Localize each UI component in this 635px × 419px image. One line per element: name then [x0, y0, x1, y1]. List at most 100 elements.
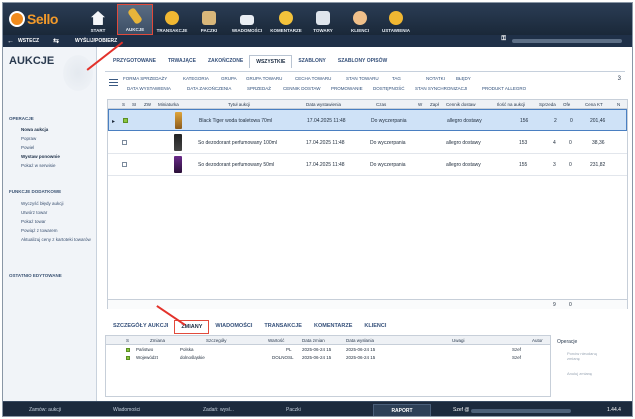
- table-row[interactable]: So dezodorant perfumowany 100ml 17.04.20…: [108, 132, 627, 154]
- edit-link[interactable]: Popraw: [21, 136, 36, 141]
- filter-data-zakonczenia[interactable]: DATA ZAKOŃCZENIA: [187, 86, 231, 91]
- toolbar-start[interactable]: START: [87, 4, 109, 35]
- total-offers: 0: [569, 302, 572, 308]
- hammer-icon: [127, 7, 143, 25]
- filter-notatki[interactable]: NOTATKI: [426, 76, 445, 81]
- status-checkbox[interactable]: [123, 118, 128, 123]
- filter-forma-sprzedazy[interactable]: FORMA SPRZEDAŻY: [123, 76, 167, 81]
- comment-icon: [279, 11, 293, 25]
- col-oferty[interactable]: Ofe: [563, 102, 570, 107]
- filter-data-wystawienia[interactable]: DATA WYSTAWIENIA: [127, 86, 171, 91]
- filter-stan-synchronizacji[interactable]: STAN SYNCHRONIZACJI: [415, 86, 467, 91]
- filter-cecha-towaru[interactable]: CECHA TOWARU: [295, 76, 331, 81]
- tab-komentarze[interactable]: KOMENTARZE: [308, 320, 358, 334]
- col-miniaturka[interactable]: Miniaturka: [158, 102, 179, 107]
- changes-col-wartosc[interactable]: Wartość: [268, 338, 284, 343]
- tab-klienci[interactable]: KLIENCI: [358, 320, 392, 334]
- filter-cennik-dostaw[interactable]: CENNIK DOSTAW: [283, 86, 321, 91]
- relist-link[interactable]: Wystaw ponownie: [21, 154, 60, 159]
- changes-col-data-zmian[interactable]: Data zmian: [302, 338, 325, 343]
- status-checkbox[interactable]: [122, 162, 127, 167]
- status-orders[interactable]: Zamów: aukcji: [29, 407, 61, 413]
- col-w[interactable]: W: [418, 102, 422, 107]
- col-zw[interactable]: ZW: [144, 102, 151, 107]
- tab-zakonczone[interactable]: ZAKOŃCZONE: [202, 55, 249, 68]
- col-s[interactable]: S: [122, 102, 125, 107]
- changes-col-data-wyslania[interactable]: Data wysłania: [346, 338, 374, 343]
- status-tasks[interactable]: Zadań: wysł...: [203, 407, 234, 413]
- change-status-checkbox[interactable]: [126, 356, 130, 360]
- changes-col-zmiana[interactable]: Zmiana: [150, 338, 165, 343]
- forward-arrow-icon[interactable]: ⇆: [53, 37, 59, 45]
- changes-col-autor[interactable]: Autor: [532, 338, 543, 343]
- toolbar-paczki[interactable]: PACZKI: [196, 4, 222, 35]
- back-button[interactable]: WSTECZ: [18, 38, 39, 44]
- toolbar-komentarze[interactable]: KOMENTARZE: [268, 4, 304, 35]
- changes-col-s[interactable]: S: [126, 338, 129, 343]
- col-si[interactable]: SI: [132, 102, 136, 107]
- tab-przygotowane[interactable]: PRZYGOTOWANE: [107, 55, 162, 68]
- filter-promowanie[interactable]: PROMOWANIE: [331, 86, 363, 91]
- toolbar-transakcje[interactable]: TRANSAKCJE: [155, 4, 189, 35]
- retry-change-link[interactable]: Ponów nieudaną zmianę: [567, 351, 607, 361]
- tab-szablony[interactable]: SZABLONY: [292, 55, 332, 68]
- sold-count: 2: [554, 118, 557, 124]
- back-arrow-icon[interactable]: ←: [7, 38, 14, 45]
- changes-col-uwagi[interactable]: Uwagi: [452, 338, 465, 343]
- col-tytul[interactable]: Tytuł aukcji: [228, 102, 250, 107]
- toolbar-wiadomosci[interactable]: WIADOMOŚCI: [229, 4, 265, 35]
- home-icon: [91, 11, 105, 25]
- changes-col-szczegoly[interactable]: Szczegóły: [206, 338, 227, 343]
- col-ilosc[interactable]: Ilość na aukcji: [497, 102, 525, 107]
- box-icon: [202, 11, 216, 25]
- extra-functions-header: FUNKCJE DODATKOWE: [9, 189, 62, 194]
- filter-produkt-allegro[interactable]: PRODUKT ALLEGRO: [482, 86, 526, 91]
- toolbar-towary[interactable]: TOWARY: [309, 4, 337, 35]
- tab-szablony-opisow[interactable]: SZABLONY OPISÓW: [332, 55, 393, 68]
- filter-bledy[interactable]: BŁĘDY: [456, 76, 471, 81]
- col-sprzedane[interactable]: Sprzeda: [539, 102, 556, 107]
- filter-stan-towaru[interactable]: STAN TOWARU: [346, 76, 379, 81]
- col-cena-kt[interactable]: Cena KT: [585, 102, 603, 107]
- change-status-checkbox[interactable]: [126, 348, 130, 352]
- col-czas[interactable]: Czas: [376, 102, 386, 107]
- send-receive-button[interactable]: WYŚLIJ/POBIERZ: [75, 38, 117, 44]
- raport-button[interactable]: RAPORT: [373, 404, 431, 416]
- auction-title: So dezodorant perfumowany 100ml: [198, 140, 277, 146]
- table-row[interactable]: So dezodorant perfumowany 50ml 17.04.202…: [108, 154, 627, 176]
- col-data-wystawienia[interactable]: Data wystawienia: [306, 102, 341, 107]
- duplicate-link[interactable]: Powiel: [21, 145, 34, 150]
- status-parcels[interactable]: Paczki: [286, 407, 301, 413]
- filter-tag[interactable]: TAG: [392, 76, 401, 81]
- filter-grupa[interactable]: GRUPA: [221, 76, 237, 81]
- status-messages[interactable]: Wiadomości: [113, 407, 140, 413]
- update-prices-link[interactable]: Aktualizuj ceny z kartoteki towarów: [21, 237, 93, 242]
- cancel-change-link[interactable]: Anuluj zmianę: [567, 371, 627, 376]
- price: 38,36: [592, 140, 605, 146]
- create-product-link[interactable]: Utwórz towar: [21, 210, 47, 215]
- link-product-link[interactable]: Powiąż z towarem: [21, 228, 58, 233]
- show-product-link[interactable]: Pokaż towar: [21, 219, 46, 224]
- col-n[interactable]: N: [617, 102, 620, 107]
- col-zapl[interactable]: Zapł: [430, 102, 439, 107]
- show-in-service-link[interactable]: Pokaż w serwisie: [21, 163, 56, 168]
- toolbar-aukcje[interactable]: AUKCJE: [117, 4, 153, 35]
- clear-errors-link[interactable]: Wyczyść błędy aukcji: [21, 201, 63, 206]
- col-cennik-dostaw[interactable]: Cennik dostaw: [446, 102, 476, 107]
- toolbar-klienci[interactable]: KLIENCI: [347, 4, 373, 35]
- tab-transakcje[interactable]: TRANSAKCJE: [258, 320, 308, 334]
- menu-icon[interactable]: [109, 79, 118, 86]
- user-key-icon[interactable]: ⚿: [501, 36, 506, 43]
- tab-trwajace[interactable]: TRWAJĄCE: [162, 55, 202, 68]
- filter-sprzedaz[interactable]: SPRZEDAŻ: [247, 86, 271, 91]
- new-auction-link[interactable]: Nowa aukcja: [21, 127, 48, 132]
- filter-dostepnosc[interactable]: DOSTĘPNOŚĆ: [373, 86, 405, 91]
- table-row[interactable]: ▸ Black Tiger woda toaletowa 70ml 17.04.…: [108, 109, 627, 131]
- filter-grupa-towaru[interactable]: GRUPA TOWARU: [246, 76, 282, 81]
- toolbar-ustawienia[interactable]: USTAWIENIA: [378, 4, 414, 35]
- tab-wiadomosci[interactable]: WIADOMOŚCI: [209, 320, 258, 334]
- tab-szczegoly-aukcji[interactable]: SZCZEGÓŁY AUKCJI: [107, 320, 174, 334]
- filter-kategoria[interactable]: KATEGORIA: [183, 76, 209, 81]
- tab-wszystkie[interactable]: WSZYSTKIE: [249, 55, 293, 68]
- status-checkbox[interactable]: [122, 140, 127, 145]
